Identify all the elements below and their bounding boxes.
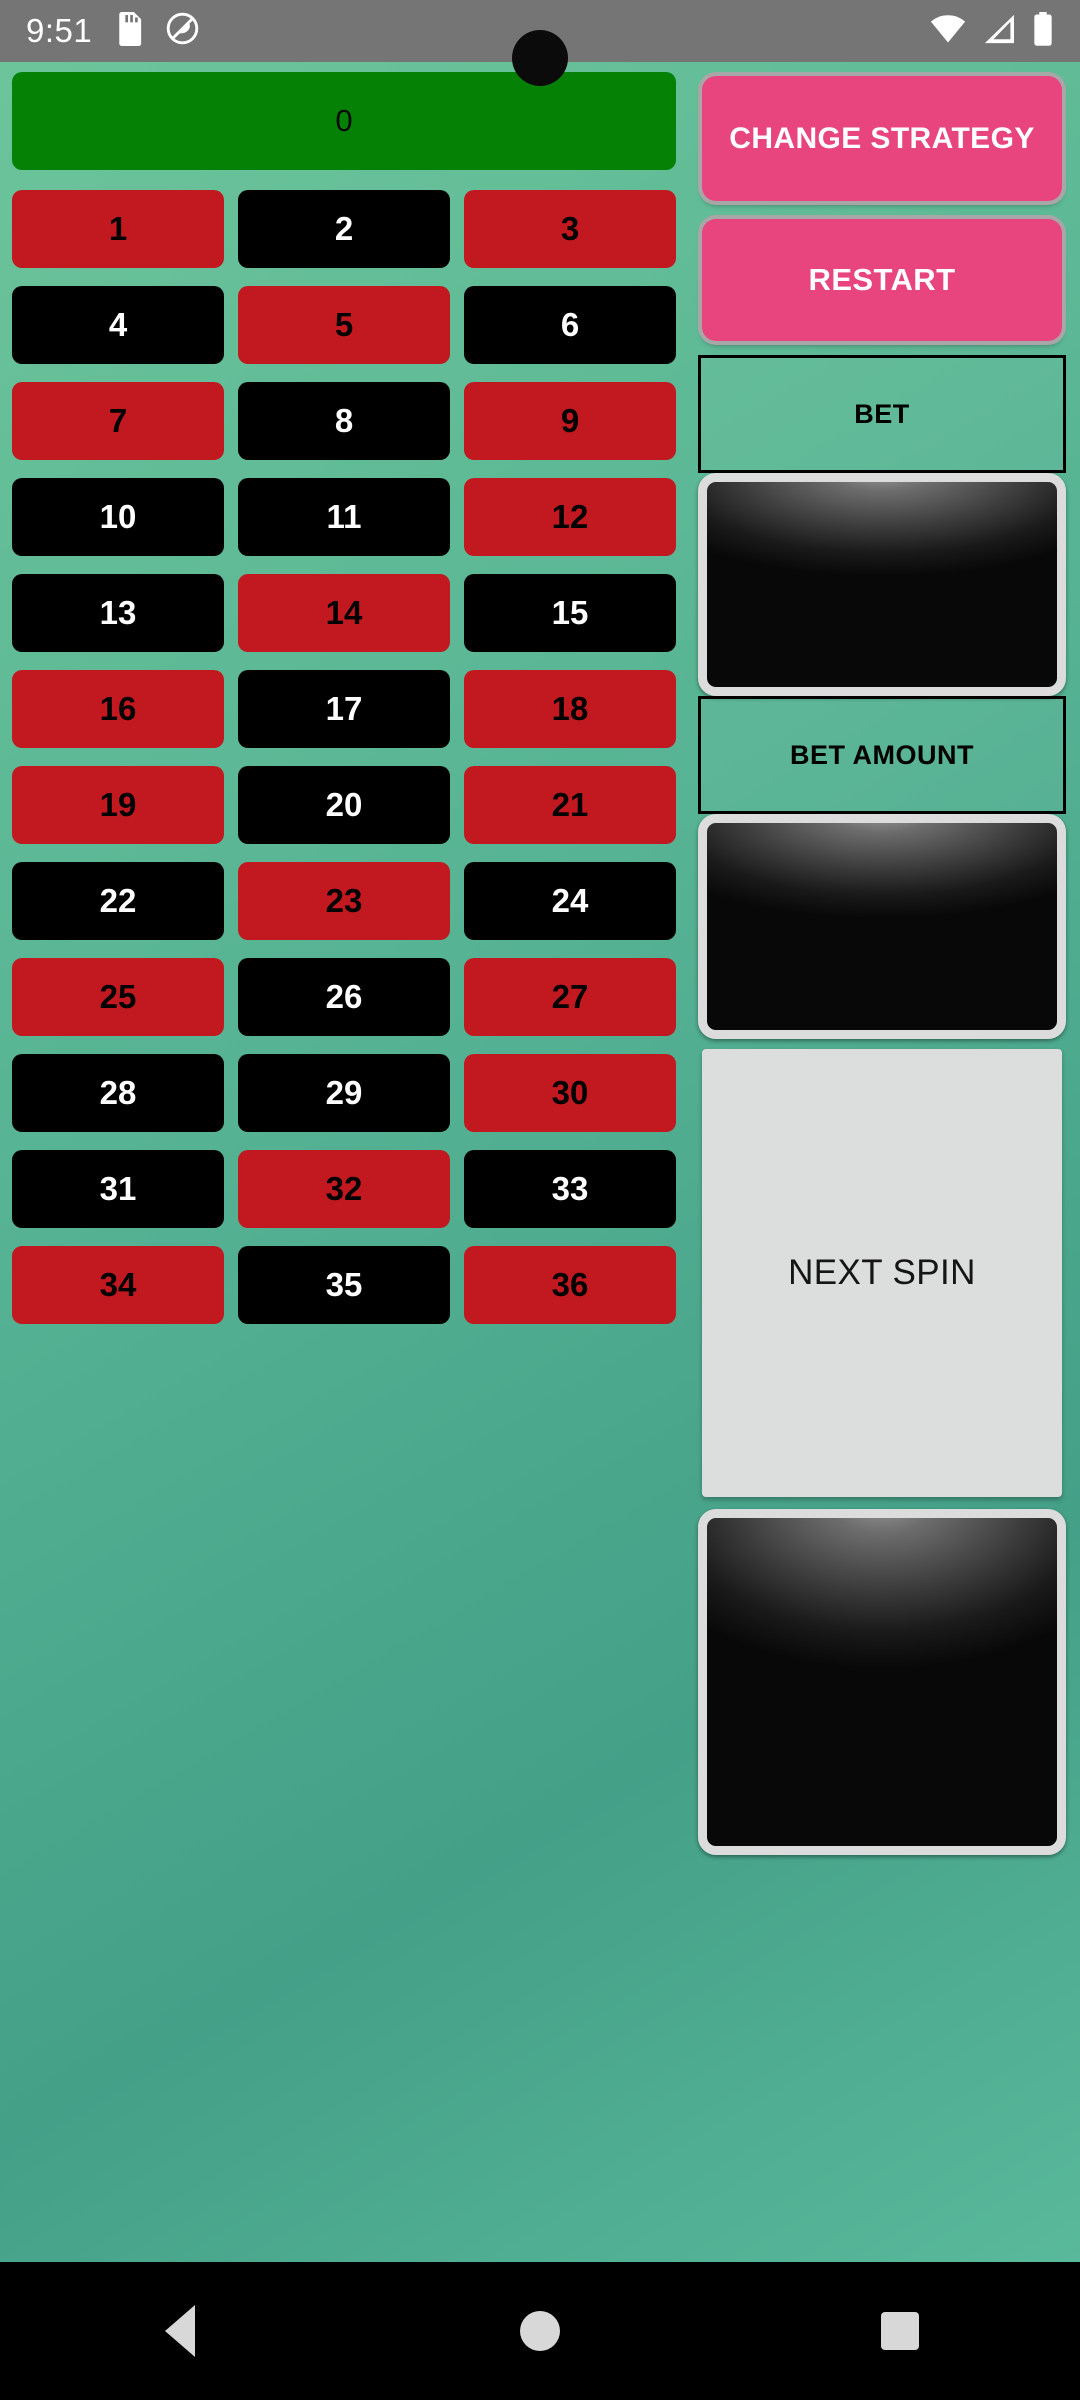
board-cell-33[interactable]: 33 bbox=[464, 1150, 676, 1228]
board-cell-25[interactable]: 25 bbox=[12, 958, 224, 1036]
board-cell-24[interactable]: 24 bbox=[464, 862, 676, 940]
roulette-app: 0 1 2 3 4 5 6 7 8 9 10 11 12 13 14 15 16 17 18 19 20 21 22 23 2… bbox=[0, 62, 1080, 2324]
board-number-row: 34 35 36 bbox=[12, 1246, 676, 1324]
board-cell-30[interactable]: 30 bbox=[464, 1054, 676, 1132]
control-panel: CHANGE STRATEGY RESTART BET BET AMOUNT N… bbox=[688, 62, 1080, 2257]
board-cell-5[interactable]: 5 bbox=[238, 286, 450, 364]
board-number-row: 22 23 24 bbox=[12, 862, 676, 940]
board-cell-34[interactable]: 34 bbox=[12, 1246, 224, 1324]
nav-back-button[interactable] bbox=[120, 2262, 240, 2400]
board-cell-31[interactable]: 31 bbox=[12, 1150, 224, 1228]
bet-amount-input[interactable] bbox=[698, 814, 1066, 1039]
sd-card-icon bbox=[114, 11, 144, 51]
board-number-row: 25 26 27 bbox=[12, 958, 676, 1036]
board-cell-2[interactable]: 2 bbox=[238, 190, 450, 268]
restart-button[interactable]: RESTART bbox=[702, 219, 1062, 341]
board-cell-12[interactable]: 12 bbox=[464, 478, 676, 556]
board-number-row: 19 20 21 bbox=[12, 766, 676, 844]
board-number-row: 13 14 15 bbox=[12, 574, 676, 652]
cellular-signal-icon bbox=[982, 14, 1016, 49]
board-cell-23[interactable]: 23 bbox=[238, 862, 450, 940]
board-cell-22[interactable]: 22 bbox=[12, 862, 224, 940]
next-spin-button[interactable]: NEXT SPIN bbox=[702, 1049, 1062, 1497]
status-bar-right bbox=[930, 11, 1054, 51]
back-triangle-icon bbox=[165, 2305, 195, 2357]
spin-result-display[interactable] bbox=[698, 1509, 1066, 1855]
board-cell-13[interactable]: 13 bbox=[12, 574, 224, 652]
board-cell-26[interactable]: 26 bbox=[238, 958, 450, 1036]
board-cell-11[interactable]: 11 bbox=[238, 478, 450, 556]
board-cell-15[interactable]: 15 bbox=[464, 574, 676, 652]
bet-amount-label: BET AMOUNT bbox=[698, 696, 1066, 814]
board-cell-7[interactable]: 7 bbox=[12, 382, 224, 460]
board-cell-27[interactable]: 27 bbox=[464, 958, 676, 1036]
board-cell-17[interactable]: 17 bbox=[238, 670, 450, 748]
board-cell-18[interactable]: 18 bbox=[464, 670, 676, 748]
board-cell-21[interactable]: 21 bbox=[464, 766, 676, 844]
home-circle-icon bbox=[520, 2311, 560, 2351]
board-number-grid: 1 2 3 4 5 6 7 8 9 10 11 12 13 14 15 16 17 18 19 20 21 22 23 24 2… bbox=[12, 190, 676, 1324]
status-bar-left: 9:51 bbox=[26, 11, 199, 51]
board-number-row: 31 32 33 bbox=[12, 1150, 676, 1228]
roulette-board: 0 1 2 3 4 5 6 7 8 9 10 11 12 13 14 15 16 17 18 19 20 21 22 23 2… bbox=[0, 62, 688, 2257]
board-cell-0[interactable]: 0 bbox=[12, 72, 676, 170]
board-number-row: 456 bbox=[12, 286, 676, 364]
nav-recents-button[interactable] bbox=[840, 2262, 960, 2400]
recents-square-icon bbox=[881, 2312, 919, 2350]
board-cell-35[interactable]: 35 bbox=[238, 1246, 450, 1324]
board-cell-28[interactable]: 28 bbox=[12, 1054, 224, 1132]
phone-screen: 9:51 0 1 2 3 4 5 6 7 8 9 10 11 12 13 14 … bbox=[0, 0, 1080, 2400]
board-cell-8[interactable]: 8 bbox=[238, 382, 450, 460]
board-number-row: 28 29 30 bbox=[12, 1054, 676, 1132]
board-cell-6[interactable]: 6 bbox=[464, 286, 676, 364]
bet-input[interactable] bbox=[698, 473, 1066, 696]
board-cell-1[interactable]: 1 bbox=[12, 190, 224, 268]
board-cell-3[interactable]: 3 bbox=[464, 190, 676, 268]
board-cell-29[interactable]: 29 bbox=[238, 1054, 450, 1132]
battery-icon bbox=[1032, 11, 1054, 51]
camera-cutout bbox=[512, 30, 568, 86]
board-cell-9[interactable]: 9 bbox=[464, 382, 676, 460]
wifi-icon bbox=[930, 14, 966, 49]
status-bar-clock: 9:51 bbox=[26, 12, 93, 49]
board-cell-14[interactable]: 14 bbox=[238, 574, 450, 652]
board-number-row: 16 17 18 bbox=[12, 670, 676, 748]
android-nav-bar bbox=[0, 2262, 1080, 2400]
board-cell-32[interactable]: 32 bbox=[238, 1150, 450, 1228]
board-cell-20[interactable]: 20 bbox=[238, 766, 450, 844]
board-cell-19[interactable]: 19 bbox=[12, 766, 224, 844]
board-cell-10[interactable]: 10 bbox=[12, 478, 224, 556]
board-number-row: 789 bbox=[12, 382, 676, 460]
board-cell-36[interactable]: 36 bbox=[464, 1246, 676, 1324]
board-cell-16[interactable]: 16 bbox=[12, 670, 224, 748]
board-number-row: 123 bbox=[12, 190, 676, 268]
board-number-row: 10 11 12 bbox=[12, 478, 676, 556]
change-strategy-button[interactable]: CHANGE STRATEGY bbox=[702, 76, 1062, 201]
do-not-disturb-icon bbox=[166, 12, 199, 50]
nav-home-button[interactable] bbox=[480, 2262, 600, 2400]
bet-label: BET bbox=[698, 355, 1066, 473]
board-cell-4[interactable]: 4 bbox=[12, 286, 224, 364]
